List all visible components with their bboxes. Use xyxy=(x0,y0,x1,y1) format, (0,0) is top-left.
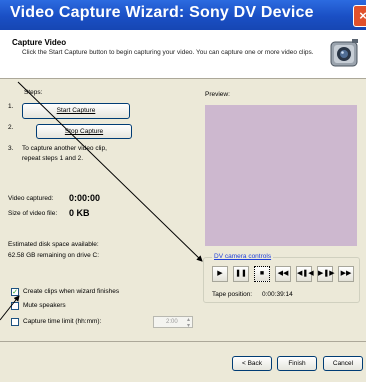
annotation-arrow-checkbox xyxy=(0,295,20,321)
annotation-arrow-camera xyxy=(17,81,203,262)
annotation-arrows xyxy=(0,81,203,321)
